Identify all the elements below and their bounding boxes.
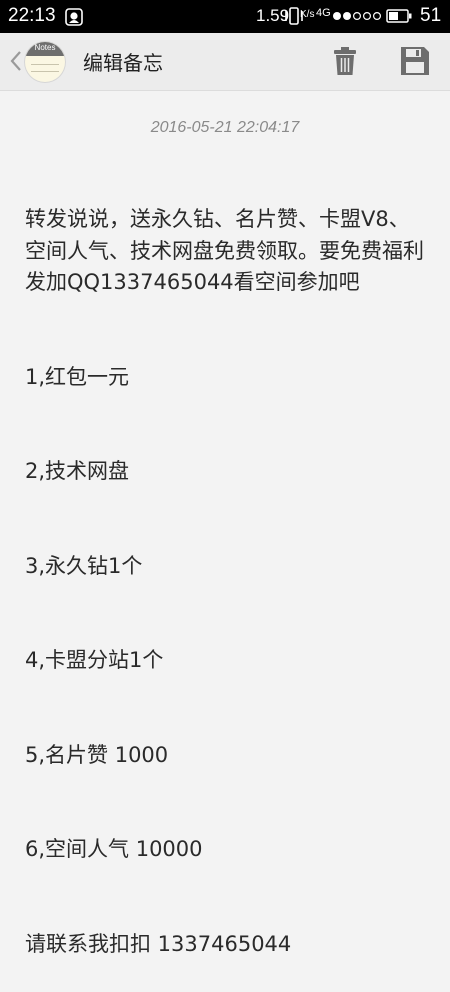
notes-app-logo[interactable]: Notes bbox=[25, 42, 65, 82]
note-line: 4,卡盟分站1个 bbox=[25, 648, 164, 672]
note-timestamp: 2016-05-21 22:04:17 bbox=[150, 119, 300, 136]
note-line: 1,红包一元 bbox=[25, 364, 130, 389]
note-line: 2,技术网盘 bbox=[25, 459, 130, 483]
notification-icon bbox=[65, 8, 83, 26]
note-line: 6,空间人气 10000 bbox=[25, 837, 203, 861]
notes-logo-label: Notes bbox=[34, 43, 56, 52]
delete-button[interactable] bbox=[330, 44, 360, 78]
network-type: 4G bbox=[316, 7, 331, 19]
note-line: 转发说说，送永久钻、名片赞、卡盟V8、空间人气、技术网盘免费领取。要免费福利发加… bbox=[25, 207, 424, 294]
toolbar: Notes 编辑备忘 bbox=[0, 33, 450, 91]
notes-logo-line bbox=[31, 64, 59, 65]
save-button[interactable] bbox=[399, 45, 431, 77]
battery-icon bbox=[386, 9, 412, 23]
back-chevron-icon[interactable] bbox=[10, 50, 22, 72]
status-bar: 22:13 1.59 K/s 4G 51 bbox=[0, 0, 450, 33]
signal-icon bbox=[333, 11, 381, 21]
battery-level: 51 bbox=[420, 5, 442, 26]
notes-logo-line bbox=[31, 71, 59, 72]
note-line: 5,名片赞 1000 bbox=[25, 742, 169, 767]
note-line: 3,永久钻1个 bbox=[25, 553, 143, 578]
status-time: 22:13 bbox=[8, 5, 56, 26]
note-line: 请联系我扣扣 1337465044 bbox=[25, 931, 292, 956]
note-content[interactable]: 转发说说，送永久钻、名片赞、卡盟V8、空间人气、技术网盘免费领取。要免费福利发加… bbox=[25, 141, 425, 992]
save-icon bbox=[401, 47, 429, 75]
trash-icon bbox=[334, 47, 356, 75]
vibrate-icon bbox=[285, 7, 303, 25]
page-title: 编辑备忘 bbox=[83, 51, 163, 75]
